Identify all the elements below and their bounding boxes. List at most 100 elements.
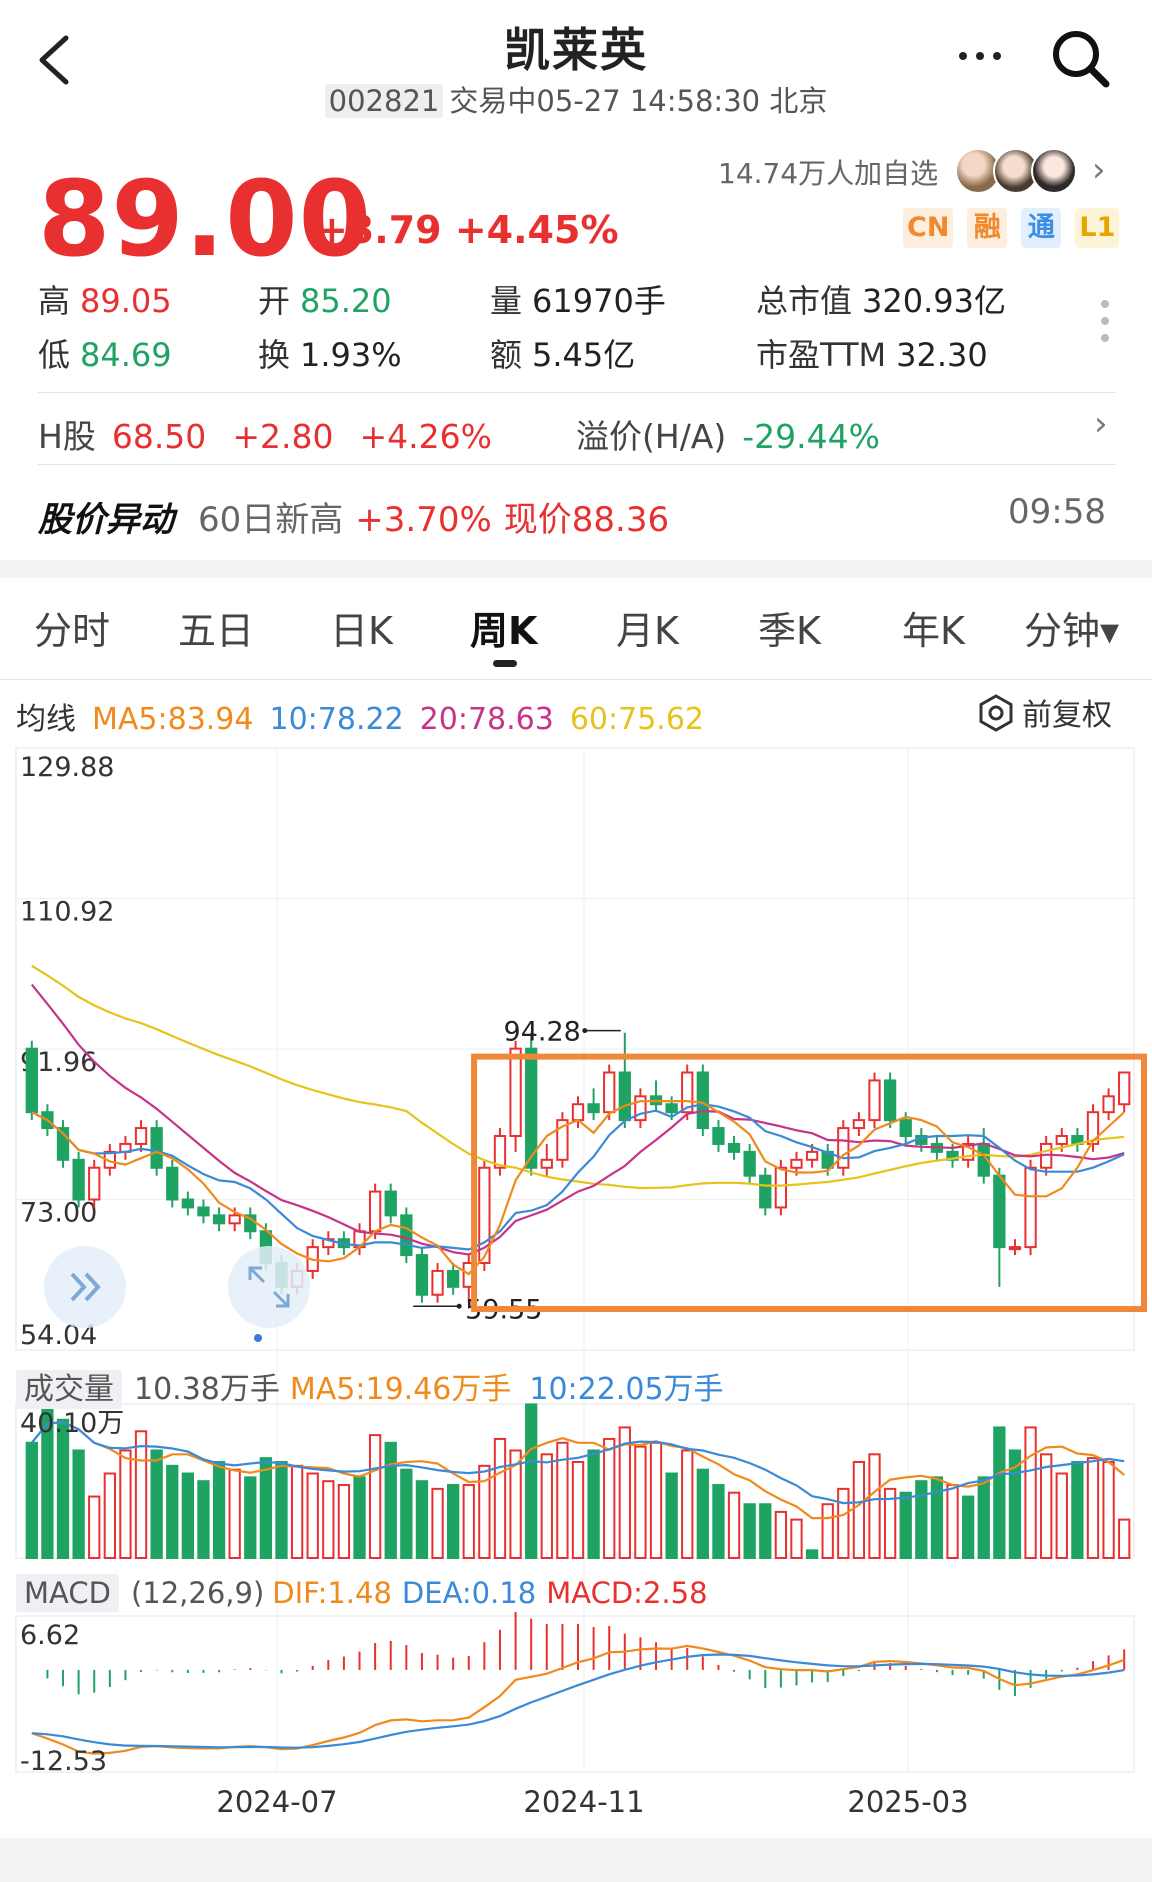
macd-axis-max: 6.62 [20,1620,80,1651]
volume-bar-down [977,1476,990,1559]
stat-high: 高 89.05 [38,282,172,320]
more-icon[interactable] [955,36,1005,76]
x-axis-label: 2024-07 [216,1785,337,1819]
candle-up [368,1190,382,1233]
volume-bar-up [649,1441,663,1559]
badge-1: 融 [967,208,1008,248]
volume-bar-down [525,1403,538,1559]
hshare-chevron-icon[interactable]: › [1094,404,1108,444]
volume-bar-up [821,1503,834,1560]
price-change: +3.79 +4.45% [316,208,619,252]
candle-up [790,1158,803,1169]
change-value: +3.79 [316,208,442,252]
volume-bar-down [899,1491,912,1559]
change-percent: +4.45% [454,208,619,252]
active-tab-indicator [493,660,517,667]
volume-bar-up [337,1484,351,1559]
volume-bar-up [134,1430,148,1560]
footer-band [0,1838,1152,1882]
tab-monthly-k[interactable]: 月K [616,600,679,655]
candle-down [727,1142,741,1153]
settings-hex-icon [979,694,1013,732]
volume-bar-down [72,1449,85,1559]
volume-bar-down [961,1495,975,1559]
volume-bar-up [462,1484,475,1559]
volume-bar-up [790,1518,803,1559]
volume-bar-down [166,1464,179,1560]
volume-bar-down [993,1426,1006,1560]
candle-down [665,1103,678,1114]
alert-time: 09:58 [1008,492,1106,532]
hshare-row[interactable]: H股 68.50 +2.80 +4.26% [38,410,492,458]
volume-bar-up [603,1437,616,1559]
volume-bar-up [228,1468,241,1560]
volume-bar-down [1071,1460,1084,1560]
candle-down [883,1079,897,1122]
fullscreen-button[interactable] [228,1246,310,1328]
stat-pe: 市盈TTM 32.30 [756,336,988,374]
volume-bar-up [774,1510,788,1560]
high-marker-dot [582,1028,588,1034]
stock-badges: CN 融通 L1 [903,208,1120,248]
volume-bar-up [540,1453,553,1559]
candle-up [868,1079,881,1122]
volume-bar-up [1055,1472,1068,1560]
candle-up [1102,1095,1115,1114]
candle-down [25,1047,38,1114]
section-separator [0,560,1152,578]
tab-five-day[interactable]: 五日 [178,600,254,655]
x-axis-label: 2025-03 [847,1785,968,1819]
search-icon[interactable] [1048,26,1112,90]
volume-bar-up [852,1460,866,1560]
candle-up [431,1269,444,1296]
expand-panel-button[interactable] [44,1246,126,1328]
volume-bar-up [1024,1426,1037,1560]
volume-bar-up [1040,1453,1053,1559]
volume-bar-up [306,1472,319,1560]
price-adjust-toggle[interactable]: 前复权 [976,690,1112,734]
volume-bar-down [447,1484,460,1559]
x-axis-label: 2024-11 [523,1785,644,1819]
double-chevron-icon [70,1272,101,1302]
volume-bar-down [25,1441,38,1559]
candle-up [571,1103,585,1122]
tab-minutes-dropdown[interactable]: 分钟▾ [1024,600,1119,655]
volume-bar-up [946,1484,959,1559]
stock-code: 002821 [324,84,444,118]
volume-bar-down [384,1441,397,1559]
tab-daily-k[interactable]: 日K [330,600,393,655]
volume-bar-down [275,1460,288,1560]
stat-open: 开 85.20 [258,282,392,320]
watch-chevron-icon[interactable]: › [1092,150,1106,190]
candle-down [197,1206,210,1217]
tab-weekly-k[interactable]: 周K [470,600,537,655]
tab-yearly-k[interactable]: 年K [902,600,965,655]
candle-up [1118,1071,1131,1106]
candle-down [618,1071,631,1122]
ma60-line [31,964,1125,1190]
volume-bar-up [103,1472,116,1560]
watcher-avatars[interactable] [955,148,1085,194]
premium-row: 溢价(H/A) -29.44% [576,417,881,456]
volume-bar-up [571,1460,585,1560]
watchlist-count[interactable]: 14.74万人加自选 [718,152,938,192]
volume-bar-up [837,1487,850,1559]
candle-down [712,1127,725,1145]
period-tabs: 分时 五日 日K 周K 月K 季K 年K 分钟▾ [0,600,1152,660]
volume-bar-down [696,1468,709,1560]
candle-down [384,1190,397,1217]
candle-up [88,1166,101,1201]
expand-stats-icon[interactable] [1098,296,1112,346]
stat-volume: 量 61970手 [490,282,666,320]
stat-turnover: 换 1.93% [258,336,402,374]
volume-bar-up [727,1491,741,1559]
tab-minute[interactable]: 分时 [34,600,110,655]
trade-status-text: 交易中05-27 14:58:30 北京 [449,84,828,118]
tab-quarterly-k[interactable]: 季K [758,600,821,655]
badge-2: 通 [1021,208,1062,248]
candle-down [166,1166,179,1201]
price-alert[interactable]: 股价异动 60日新高 +3.70% 现价88.36 [38,492,669,541]
kline-chart[interactable]: 129.88110.9291.9673.0054.0494.2859.5540.… [0,740,1152,1840]
candle-down [150,1127,163,1169]
badge-0: CN [903,208,954,248]
